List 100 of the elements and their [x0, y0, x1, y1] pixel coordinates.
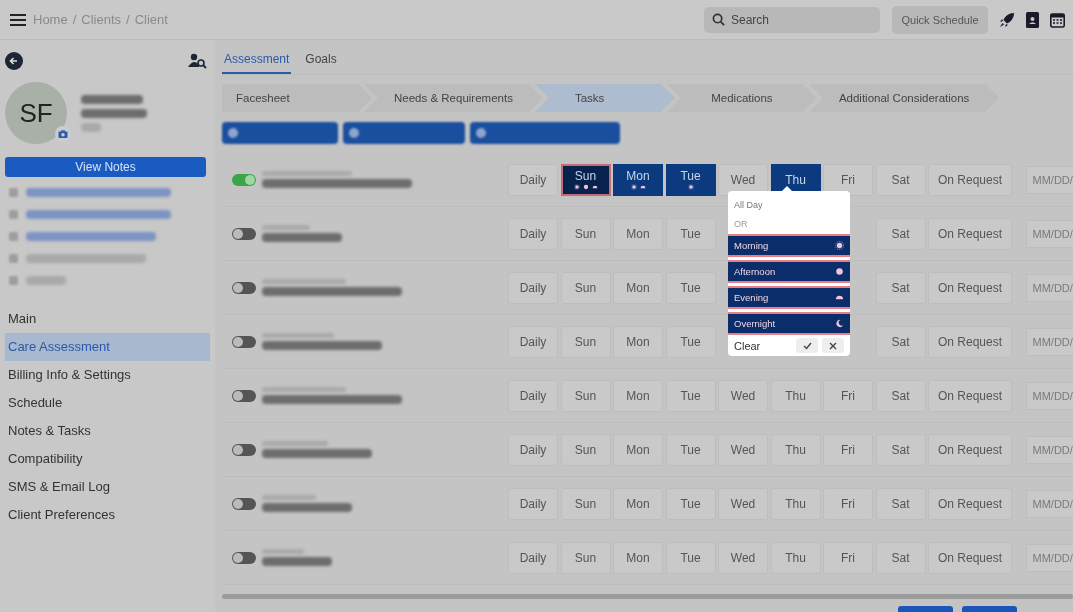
- view-notes-button[interactable]: View Notes: [5, 157, 206, 177]
- day-button[interactable]: Daily: [508, 433, 558, 466]
- day-button[interactable]: Fri: [823, 433, 873, 466]
- day-button[interactable]: Sat: [875, 487, 926, 520]
- day-button[interactable]: Mon: [613, 217, 663, 250]
- step-tab[interactable]: Medications: [666, 84, 817, 112]
- day-button[interactable]: Sun: [560, 217, 611, 250]
- day-button[interactable]: Fri: [823, 379, 873, 412]
- on-request-button[interactable]: On Request: [928, 163, 1012, 196]
- day-button[interactable]: Fri: [823, 163, 873, 196]
- day-button[interactable]: Sun: [560, 271, 611, 304]
- day-button[interactable]: Sun: [560, 433, 611, 466]
- day-button[interactable]: Daily: [508, 379, 558, 412]
- sidebar-item[interactable]: Schedule: [5, 389, 210, 417]
- on-request-button[interactable]: On Request: [928, 325, 1012, 358]
- day-button[interactable]: Sat: [875, 271, 926, 304]
- day-button[interactable]: Mon: [613, 163, 663, 196]
- date-field[interactable]: MM/DD/: [1025, 165, 1073, 194]
- day-button[interactable]: Thu: [770, 541, 821, 574]
- all-day-option[interactable]: All Day: [728, 197, 769, 213]
- day-button[interactable]: Sat: [875, 217, 926, 250]
- day-button[interactable]: Tue: [665, 433, 716, 466]
- day-button[interactable]: Fri: [823, 487, 873, 520]
- time-period-option[interactable]: Overnight: [728, 312, 850, 335]
- quick-schedule-button[interactable]: Quick Schedule: [892, 5, 988, 34]
- back-icon[interactable]: [5, 52, 23, 70]
- horizontal-scrollbar[interactable]: [222, 594, 1073, 599]
- step-tab[interactable]: Facesheet: [222, 84, 372, 112]
- toggle-switch[interactable]: [232, 497, 256, 510]
- menu-icon[interactable]: [10, 13, 26, 26]
- day-button[interactable]: Thu: [770, 379, 821, 412]
- day-button[interactable]: Mon: [613, 487, 663, 520]
- on-request-button[interactable]: On Request: [928, 433, 1012, 466]
- date-field[interactable]: MM/DD/: [1025, 543, 1073, 572]
- toggle-switch[interactable]: [232, 335, 256, 348]
- sidebar-item[interactable]: Compatibility: [5, 445, 210, 473]
- tab[interactable]: Assessment: [222, 52, 292, 74]
- time-period-option[interactable]: Evening: [728, 286, 850, 309]
- toggle-switch[interactable]: [232, 227, 256, 240]
- toggle-switch[interactable]: [232, 551, 256, 564]
- on-request-button[interactable]: On Request: [928, 541, 1012, 574]
- day-button[interactable]: Mon: [613, 271, 663, 304]
- day-button[interactable]: Daily: [508, 271, 558, 304]
- day-button[interactable]: Sat: [875, 541, 926, 574]
- day-button[interactable]: Mon: [613, 325, 663, 358]
- date-field[interactable]: MM/DD/: [1025, 327, 1073, 356]
- confirm-button[interactable]: [796, 338, 818, 353]
- day-button[interactable]: Wed: [718, 541, 768, 574]
- day-button[interactable]: Tue: [665, 487, 716, 520]
- day-button[interactable]: Thu: [770, 433, 821, 466]
- toggle-switch[interactable]: [232, 389, 256, 402]
- day-button[interactable]: Sun: [560, 325, 611, 358]
- step-tab[interactable]: Additional Considerations: [808, 84, 1000, 112]
- day-button[interactable]: Tue: [665, 217, 716, 250]
- toggle-switch[interactable]: [232, 443, 256, 456]
- search-field[interactable]: Search: [704, 6, 880, 33]
- date-field[interactable]: MM/DD/: [1025, 381, 1073, 410]
- day-button[interactable]: Mon: [613, 433, 663, 466]
- category-chip[interactable]: [222, 122, 338, 144]
- day-button[interactable]: Mon: [613, 541, 663, 574]
- day-button[interactable]: Tue: [665, 163, 716, 196]
- camera-icon[interactable]: [55, 126, 71, 142]
- date-field[interactable]: MM/DD/: [1025, 273, 1073, 302]
- day-button[interactable]: Wed: [718, 379, 768, 412]
- date-field[interactable]: MM/DD/: [1025, 219, 1073, 248]
- day-button[interactable]: Sun: [560, 163, 611, 196]
- sidebar-item[interactable]: Care Assessment: [5, 333, 210, 361]
- day-button[interactable]: Thu: [770, 487, 821, 520]
- rocket-icon[interactable]: [999, 11, 1015, 28]
- day-button[interactable]: Sun: [560, 541, 611, 574]
- day-button[interactable]: Daily: [508, 163, 558, 196]
- day-button[interactable]: Daily: [508, 487, 558, 520]
- sidebar-item[interactable]: Main: [5, 305, 210, 333]
- calendar-icon[interactable]: [1050, 11, 1065, 28]
- sidebar-item[interactable]: Notes & Tasks: [5, 417, 210, 445]
- day-button[interactable]: Mon: [613, 379, 663, 412]
- toggle-switch[interactable]: [232, 281, 256, 294]
- person-search-icon[interactable]: [188, 53, 207, 69]
- day-button[interactable]: Sun: [560, 379, 611, 412]
- day-button[interactable]: Daily: [508, 541, 558, 574]
- date-field[interactable]: MM/DD/: [1025, 435, 1073, 464]
- on-request-button[interactable]: On Request: [928, 487, 1012, 520]
- contact-card-icon[interactable]: [1026, 11, 1039, 28]
- day-button[interactable]: Tue: [665, 271, 716, 304]
- day-button[interactable]: Tue: [665, 541, 716, 574]
- clear-button[interactable]: Clear: [734, 339, 761, 352]
- sidebar-item[interactable]: Billing Info & Settings: [5, 361, 210, 389]
- on-request-button[interactable]: On Request: [928, 271, 1012, 304]
- time-period-option[interactable]: Morning: [728, 234, 850, 257]
- step-tab[interactable]: Tasks: [534, 84, 675, 112]
- sidebar-item[interactable]: SMS & Email Log: [5, 473, 210, 501]
- day-button[interactable]: Wed: [718, 487, 768, 520]
- day-button[interactable]: Daily: [508, 325, 558, 358]
- day-button[interactable]: Sat: [875, 163, 926, 196]
- day-button[interactable]: Tue: [665, 379, 716, 412]
- close-button[interactable]: [822, 338, 844, 353]
- category-chip[interactable]: [343, 122, 465, 144]
- day-button[interactable]: Fri: [823, 541, 873, 574]
- date-field[interactable]: MM/DD/: [1025, 489, 1073, 518]
- day-button[interactable]: Wed: [718, 163, 768, 196]
